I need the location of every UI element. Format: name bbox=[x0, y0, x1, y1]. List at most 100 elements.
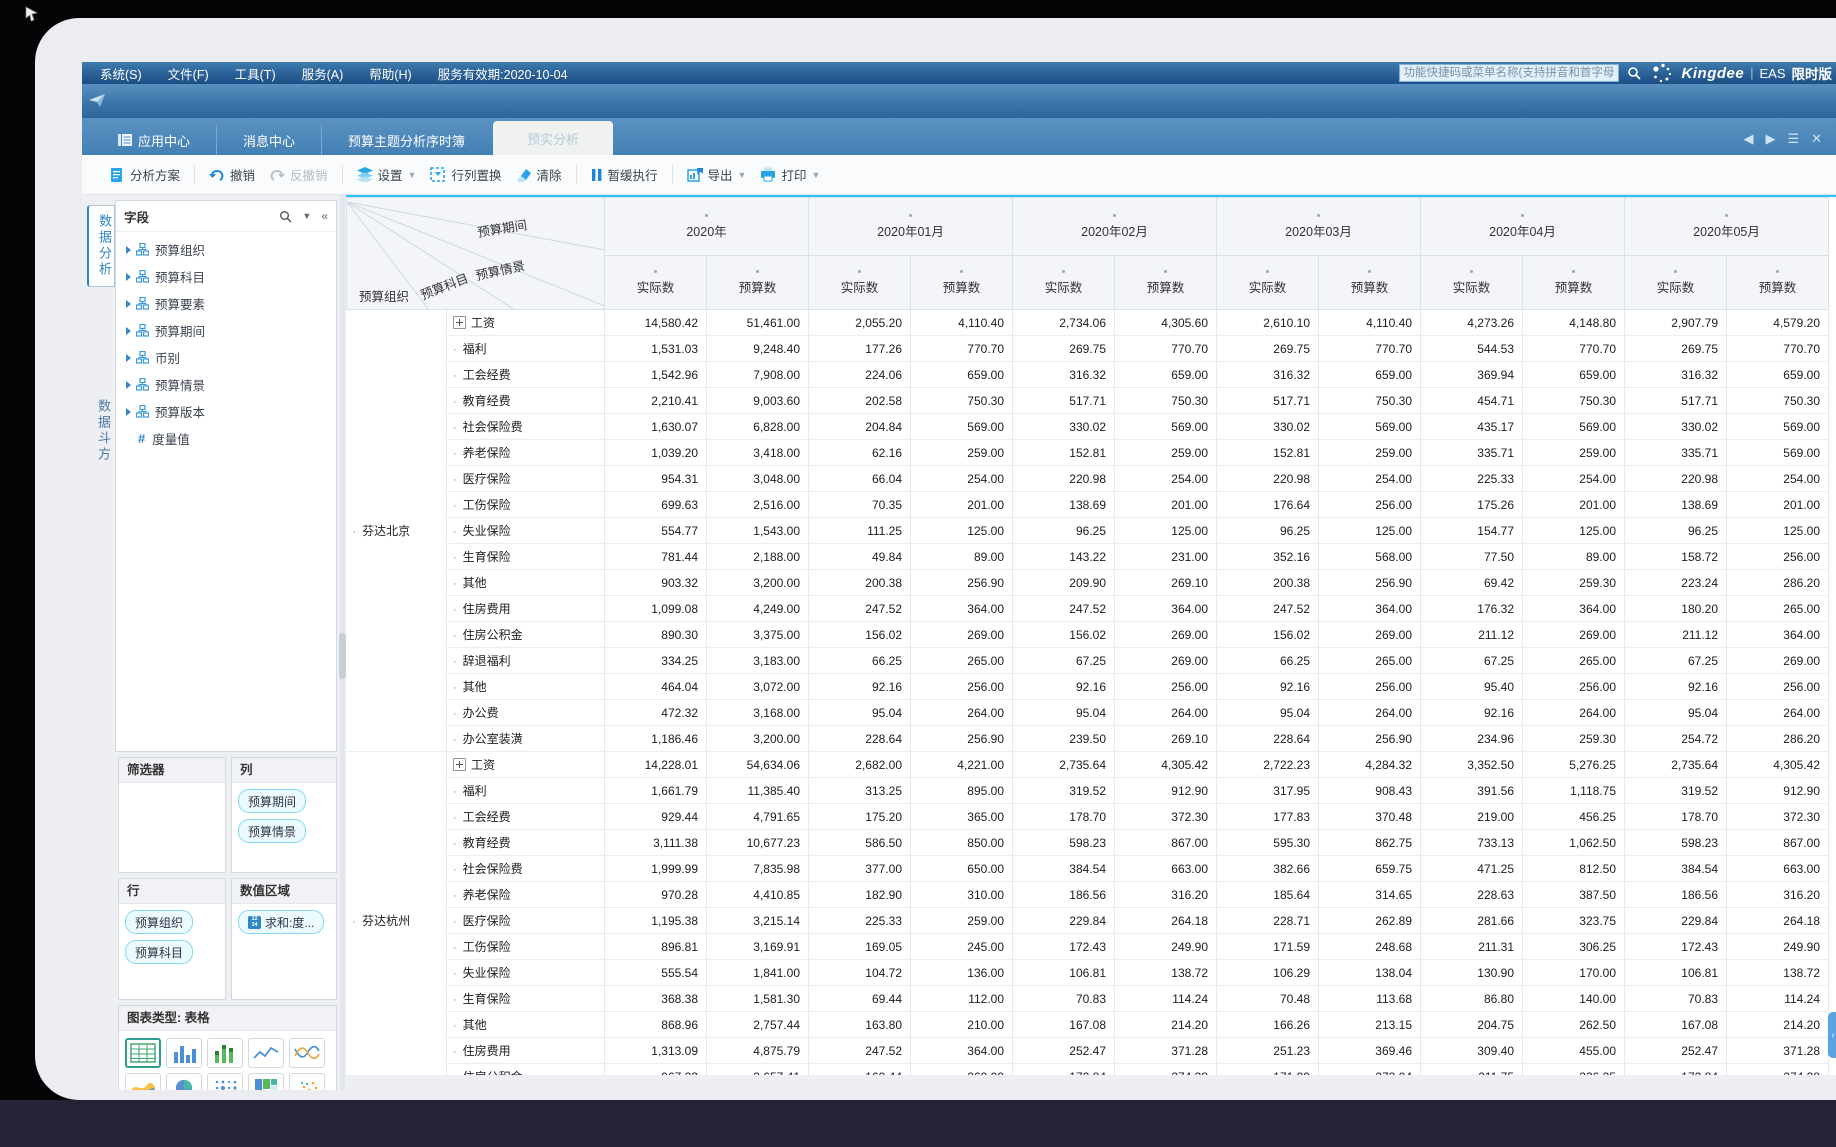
value-cell[interactable]: 586.50 bbox=[809, 830, 911, 856]
value-cell[interactable]: 111.25 bbox=[809, 518, 911, 544]
value-cell[interactable]: 456.25 bbox=[1523, 804, 1625, 830]
value-cell[interactable]: 138.04 bbox=[1319, 960, 1421, 986]
account-cell[interactable]: ·社会保险费 bbox=[447, 856, 605, 882]
expand-arrow-icon[interactable] bbox=[126, 381, 131, 389]
value-cell[interactable]: 770.70 bbox=[911, 336, 1013, 362]
value-cell[interactable]: 1,531.03 bbox=[605, 336, 707, 362]
value-cell[interactable]: 223.24 bbox=[1625, 570, 1727, 596]
value-cell[interactable]: 1,062.50 bbox=[1523, 830, 1625, 856]
value-cell[interactable]: 156.02 bbox=[1013, 622, 1115, 648]
value-cell[interactable]: 229.84 bbox=[1013, 908, 1115, 934]
account-cell[interactable]: ·办公室装潢 bbox=[447, 726, 605, 752]
value-cell[interactable]: 264.00 bbox=[1319, 700, 1421, 726]
measure-header-cell[interactable]: 预算数 bbox=[911, 256, 1013, 310]
value-cell[interactable]: 95.04 bbox=[1013, 700, 1115, 726]
account-cell[interactable]: ·住房费用 bbox=[447, 596, 605, 622]
value-cell[interactable]: 247.52 bbox=[1217, 596, 1319, 622]
measure-header-cell[interactable]: 预算数 bbox=[1115, 256, 1217, 310]
value-cell[interactable]: 177.83 bbox=[1217, 804, 1319, 830]
value-cell[interactable]: 319.52 bbox=[1013, 778, 1115, 804]
value-cell[interactable]: 186.56 bbox=[1625, 882, 1727, 908]
value-cell[interactable]: 51,461.00 bbox=[707, 310, 809, 336]
account-cell[interactable]: ·福利 bbox=[447, 778, 605, 804]
menu-item-0[interactable]: 系统(S) bbox=[100, 64, 142, 83]
value-cell[interactable]: 352.16 bbox=[1217, 544, 1319, 570]
redo-button[interactable]: 反撤销 bbox=[269, 165, 328, 184]
value-cell[interactable]: 70.35 bbox=[809, 492, 911, 518]
chart-type-pie-icon[interactable] bbox=[166, 1073, 202, 1090]
value-cell[interactable]: 256.00 bbox=[1115, 674, 1217, 700]
value-cell[interactable]: 7,835.98 bbox=[707, 856, 809, 882]
value-cell[interactable]: 862.75 bbox=[1319, 830, 1421, 856]
value-cell[interactable]: 66.25 bbox=[1217, 648, 1319, 674]
value-cell[interactable]: 251.23 bbox=[1217, 1038, 1319, 1064]
value-cell[interactable]: 112.00 bbox=[911, 986, 1013, 1012]
nav-back-icon[interactable]: ◀ bbox=[1743, 131, 1753, 147]
value-cell[interactable]: 334.25 bbox=[605, 648, 707, 674]
account-cell[interactable]: ·失业保险 bbox=[447, 960, 605, 986]
value-cell[interactable]: 364.00 bbox=[911, 1038, 1013, 1064]
value-cell[interactable]: 269.00 bbox=[1523, 622, 1625, 648]
value-cell[interactable]: 200.38 bbox=[1217, 570, 1319, 596]
value-cell[interactable]: 3,375.00 bbox=[707, 622, 809, 648]
value-cell[interactable]: 140.00 bbox=[1523, 986, 1625, 1012]
org-cell[interactable]: ·芬达杭州 bbox=[347, 752, 447, 1076]
chart-type-treemap-icon[interactable] bbox=[248, 1073, 284, 1090]
value-cell[interactable]: 202.58 bbox=[809, 388, 911, 414]
value-cell[interactable]: 77.50 bbox=[1421, 544, 1523, 570]
account-cell[interactable]: 工资 bbox=[447, 752, 605, 778]
value-cell[interactable]: 170.00 bbox=[1523, 960, 1625, 986]
field-chip[interactable]: 预算情景 bbox=[238, 819, 306, 843]
value-cell[interactable]: 659.00 bbox=[1727, 362, 1829, 388]
value-cell[interactable]: 219.00 bbox=[1421, 804, 1523, 830]
value-cell[interactable]: 569.00 bbox=[1727, 440, 1829, 466]
value-cell[interactable]: 180.20 bbox=[1625, 596, 1727, 622]
value-cell[interactable]: 49.84 bbox=[809, 544, 911, 570]
value-cell[interactable]: 228.64 bbox=[1217, 726, 1319, 752]
value-cell[interactable]: 1,661.79 bbox=[605, 778, 707, 804]
clear-button[interactable]: 清除 bbox=[516, 165, 562, 184]
value-cell[interactable]: 259.00 bbox=[1319, 440, 1421, 466]
value-cell[interactable]: 95.04 bbox=[1625, 700, 1727, 726]
value-cell[interactable]: 269.10 bbox=[1115, 726, 1217, 752]
value-cell[interactable]: 247.52 bbox=[1013, 596, 1115, 622]
value-cell[interactable]: 69.44 bbox=[809, 986, 911, 1012]
value-cell[interactable]: 517.71 bbox=[1217, 388, 1319, 414]
value-cell[interactable]: 269.00 bbox=[911, 622, 1013, 648]
value-cell[interactable]: 384.54 bbox=[1013, 856, 1115, 882]
value-cell[interactable]: 274.38 bbox=[1115, 1064, 1217, 1076]
value-cell[interactable]: 234.96 bbox=[1421, 726, 1523, 752]
value-cell[interactable]: 4,579.20 bbox=[1727, 310, 1829, 336]
value-cell[interactable]: 569.00 bbox=[911, 414, 1013, 440]
account-cell[interactable]: ·工会经费 bbox=[447, 362, 605, 388]
value-cell[interactable]: 220.98 bbox=[1217, 466, 1319, 492]
value-cell[interactable]: 259.00 bbox=[911, 440, 1013, 466]
rail-tab-data-analysis[interactable]: 数据分析 bbox=[87, 205, 115, 287]
value-cell[interactable]: 204.75 bbox=[1421, 1012, 1523, 1038]
value-cell[interactable]: 323.75 bbox=[1523, 908, 1625, 934]
value-cell[interactable]: 750.30 bbox=[1115, 388, 1217, 414]
value-cell[interactable]: 371.28 bbox=[1727, 1038, 1829, 1064]
value-cell[interactable]: 169.44 bbox=[809, 1064, 911, 1076]
chart-type-dot-matrix-icon[interactable] bbox=[207, 1073, 243, 1090]
value-cell[interactable]: 214.20 bbox=[1727, 1012, 1829, 1038]
account-cell[interactable]: ·生育保险 bbox=[447, 986, 605, 1012]
value-cell[interactable]: 262.89 bbox=[1319, 908, 1421, 934]
value-cell[interactable]: 136.00 bbox=[911, 960, 1013, 986]
value-cell[interactable]: 3,183.00 bbox=[707, 648, 809, 674]
value-cell[interactable]: 95.04 bbox=[809, 700, 911, 726]
splitter-handle[interactable] bbox=[339, 633, 346, 679]
value-cell[interactable]: 699.63 bbox=[605, 492, 707, 518]
value-cell[interactable]: 138.69 bbox=[1625, 492, 1727, 518]
value-cell[interactable]: 364.00 bbox=[1523, 596, 1625, 622]
value-cell[interactable]: 316.32 bbox=[1217, 362, 1319, 388]
value-cell[interactable]: 269.00 bbox=[1727, 648, 1829, 674]
value-cell[interactable]: 319.52 bbox=[1625, 778, 1727, 804]
value-cell[interactable]: 256.00 bbox=[911, 674, 1013, 700]
value-cell[interactable]: 114.24 bbox=[1115, 986, 1217, 1012]
value-cell[interactable]: 256.00 bbox=[1319, 492, 1421, 518]
value-cell[interactable]: 70.83 bbox=[1625, 986, 1727, 1012]
value-cell[interactable]: 172.43 bbox=[1625, 934, 1727, 960]
account-cell[interactable]: ·养老保险 bbox=[447, 440, 605, 466]
value-cell[interactable]: 317.95 bbox=[1217, 778, 1319, 804]
